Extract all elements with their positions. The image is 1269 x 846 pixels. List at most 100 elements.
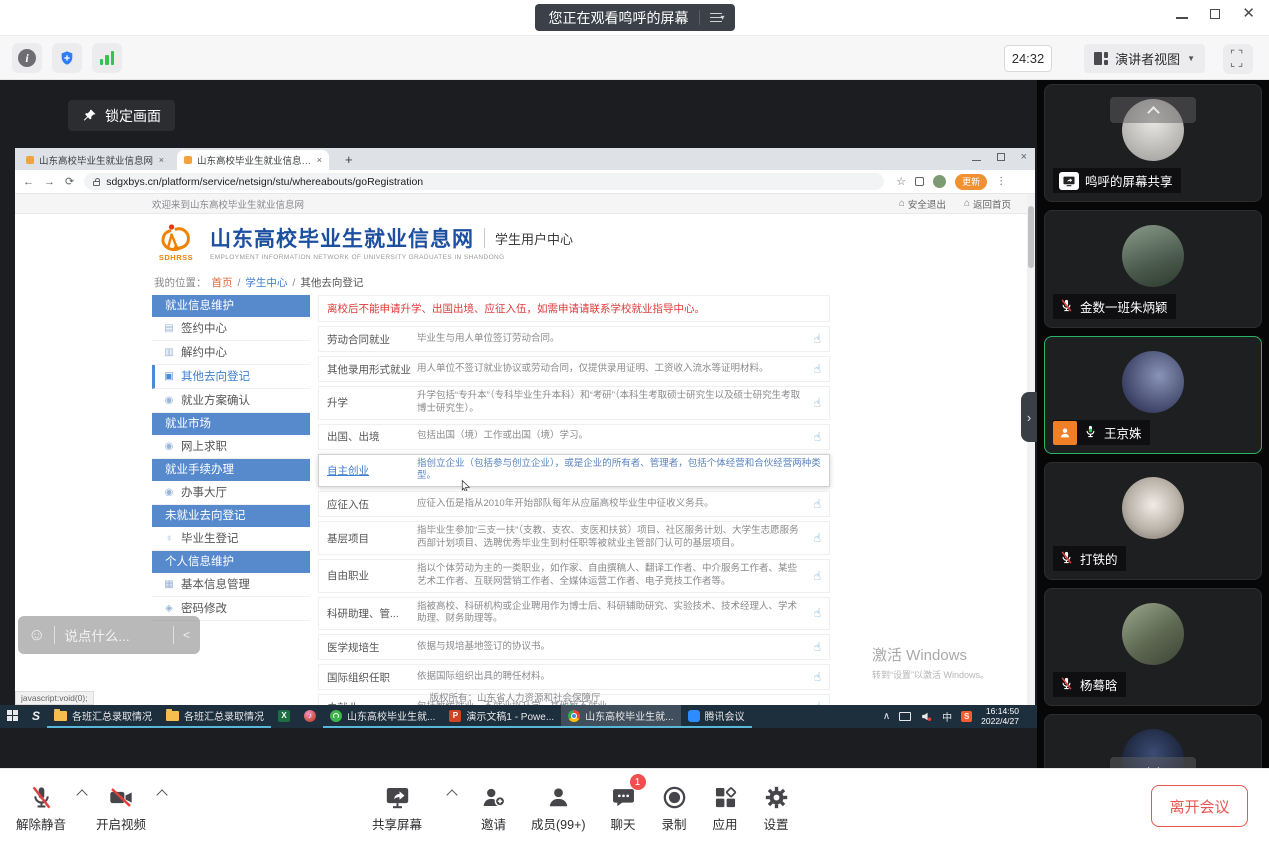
sidebar-item-签约中心[interactable]: ▤ 签约中心 [152,317,310,341]
whereabouts-row-劳动合同就业[interactable]: 劳动合同就业 毕业生与用人单位签订劳动合同。 ☝ [318,326,830,352]
apply-hand-icon[interactable]: ☝ [814,531,821,545]
participant-tile[interactable] [1044,714,1262,768]
apply-hand-icon[interactable]: ☝ [814,497,821,511]
lock-screen-button[interactable]: 锁定画面 [68,100,175,131]
whereabouts-row-其他录用形式就业[interactable]: 其他录用形式就业 用人单位不签订就业协议或劳动合同，仅提供录用证明、工资收入流水等… [318,356,830,382]
sidebar-item-办事大厅[interactable]: ◉ 办事大厅 [152,481,310,505]
meeting-info-button[interactable]: i [12,43,42,73]
toolbar-start-video-button[interactable]: 开启视频 [96,781,146,833]
apply-hand-icon[interactable]: ☝ [814,332,821,346]
sidebar-item-其他去向登记[interactable]: ▣ 其他去向登记 [152,365,310,389]
toolbar-share-screen-button[interactable]: 共享屏幕 [372,781,422,833]
taskbar-app-各班汇总录取情况[interactable]: 各班汇总录取情况 [159,705,272,728]
chat-input-placeholder[interactable]: 说点什么... [64,625,164,645]
row-label[interactable]: 自主创业 [327,463,417,478]
toolbar-unmute-button[interactable]: 解除静音 [16,781,66,833]
search-app-button[interactable]: S [25,705,47,728]
chevron-up-icon[interactable] [156,789,168,801]
taskbar-app-excel-icon[interactable]: X [271,705,297,728]
home-link[interactable]: ⌂ 返回首页 [964,197,1011,211]
apply-hand-icon[interactable]: ☝ [814,430,821,444]
whereabouts-row-自主创业[interactable]: 自主创业 指创立企业（包括参与创立企业），或是企业的所有者、管理者，包括个体经营和… [318,453,830,493]
taskbar-app-山东高校毕业生就...[interactable]: 山东高校毕业生就... [561,705,681,728]
tray-display-icon[interactable] [899,712,912,721]
sidebar-item-基本信息管理[interactable]: ▦ 基本信息管理 [152,573,310,597]
whereabouts-row-科研助理、管...[interactable]: 科研助理、管... 指被高校、科研机构或企业聘用作为博士后、科研辅助研究、实验技术… [318,596,830,631]
extensions-icon[interactable] [915,177,925,186]
new-tab-button[interactable]: + [345,152,353,167]
apply-hand-icon[interactable]: ☝ [814,606,821,620]
leave-meeting-button[interactable]: 离开会议 [1151,785,1248,827]
toolbar-apps-button[interactable]: 应用 [712,781,739,833]
tab-close-icon[interactable]: × [317,155,322,165]
minimize-button[interactable] [1176,16,1189,19]
tray-ime-indicator[interactable]: 中 [942,709,952,724]
tray-expand-icon[interactable]: ∧ [883,711,890,722]
apply-hand-icon[interactable]: ☝ [814,396,821,410]
apply-hand-icon[interactable]: ☝ [814,569,821,583]
browser-maximize-button[interactable] [996,153,1005,161]
whereabouts-row-医学规培生[interactable]: 医学规培生 依据与规培基地签订的协议书。 ☝ [318,634,830,661]
whereabouts-row-基层项目[interactable]: 基层项目 指毕业生参加“三支一扶”（支教、支农、支医和扶贫）项目、社区服务计划、大… [318,521,830,555]
participant-tile-王京姝[interactable]: 王京姝 [1044,336,1262,454]
breadcrumb-home[interactable]: 首页 [212,275,233,290]
browser-tab-active[interactable]: 山东高校毕业生就业信息网-学… × [177,150,329,170]
toolbar-record-button[interactable]: 录制 [661,781,688,833]
browser-menu-icon[interactable]: ⋮ [996,176,1006,187]
breadcrumb-student-center[interactable]: 学生中心 [245,275,287,290]
toolbar-chat-button[interactable]: 1 聊天 [610,774,646,833]
browser-profile-avatar[interactable] [933,175,947,188]
scroll-down-button[interactable] [1110,757,1196,768]
browser-close-button[interactable]: × [1021,151,1027,163]
banner-menu-button[interactable]: ▾ [709,12,725,23]
collapse-icon[interactable]: < [183,628,190,642]
apply-hand-icon[interactable]: ☝ [814,670,821,684]
refresh-icon[interactable]: ⟳ [65,175,74,188]
whereabouts-row-升学[interactable]: 升学 升学包括“专升本”（专科毕业生升本科）和“考研”（本科生考取硕士研究生以及硕… [318,386,830,420]
whereabouts-row-自由职业[interactable]: 自由职业 指以个体劳动为主的一类职业，如作家、自由撰稿人、翻译工作者、中介服务工作… [318,558,830,593]
whereabouts-row-国际组织任职[interactable]: 国际组织任职 依据国际组织出具的聘任材料。 ☝ [318,664,830,691]
taskbar-app-山东高校毕业生就...[interactable]: 山东高校毕业生就... [323,705,443,728]
participant-tile-杨蓦晗[interactable]: 杨蓦晗 [1044,588,1262,706]
sogou-input-icon[interactable]: S [961,711,973,722]
start-button[interactable] [0,705,25,728]
view-mode-button[interactable]: 演讲者视图 ▼ [1084,44,1205,73]
toolbar-invite-button[interactable]: 邀请 [480,781,507,833]
toolbar-settings-button[interactable]: 设置 [763,781,790,833]
taskbar-app-腾讯会议[interactable]: 腾讯会议 [680,705,752,728]
tab-close-icon[interactable]: × [159,155,164,165]
close-button[interactable]: ✕ [1242,6,1255,21]
taskbar-app-演示文稿1 - Powe...[interactable]: P 演示文稿1 - Powe... [442,705,562,728]
sidebar-item-毕业生登记[interactable]: ♁ 毕业生登记 [152,527,310,551]
back-icon[interactable]: ← [23,176,34,188]
maximize-button[interactable] [1210,8,1221,19]
apply-hand-icon[interactable]: ☝ [814,640,821,654]
browser-scrollbar[interactable] [1027,194,1035,705]
chat-quick-input[interactable]: ☺ 说点什么... < [18,616,200,654]
network-status-button[interactable] [92,43,122,73]
participant-tile-鸣呼的屏幕共享[interactable]: 鸣呼的屏幕共享 [1044,84,1262,202]
apply-hand-icon[interactable]: ☝ [814,362,821,376]
chevron-up-icon[interactable] [76,789,88,801]
participant-tile-打铁的[interactable]: 打铁的 [1044,462,1262,580]
emoji-icon[interactable]: ☺ [28,625,45,645]
whereabouts-row-出国、出境[interactable]: 出国、出境 包括出国（境）工作或出国（境）学习。 ☝ [318,423,830,450]
security-button[interactable] [52,43,82,73]
sidebar-item-就业方案确认[interactable]: ◉ 就业方案确认 [152,389,310,413]
participant-tile-金数一班朱炳颖[interactable]: 金数一班朱炳颖 [1044,210,1262,328]
browser-tab[interactable]: 山东高校毕业生就业信息网 × [19,150,171,170]
forward-icon[interactable]: → [44,176,55,188]
browser-minimize-button[interactable] [971,159,981,162]
taskbar-app-各班汇总录取情况[interactable]: 各班汇总录取情况 [47,705,160,728]
url-input[interactable]: sdgxbys.cn/platform/service/netsign/stu/… [84,173,885,190]
scroll-up-button[interactable] [1110,97,1196,123]
toolbar-members-button[interactable]: 成员(99+) [531,781,586,833]
fullscreen-button[interactable]: ⌜ ⌝ ⌞ ⌟ [1223,44,1253,74]
taskbar-app-music-icon[interactable]: ♪ [297,705,323,728]
chevron-up-icon[interactable] [446,789,458,801]
tray-volume-muted-icon[interactable] [920,710,933,723]
whereabouts-row-应征入伍[interactable]: 应征入伍 应征入伍是指从2010年开始部队每年从应届高校毕业生中征收义务兵。 ☝ [318,491,830,518]
tray-clock[interactable]: 16:14:50 2022/4/27 [981,706,1019,727]
sidebar-expand-handle[interactable]: › [1021,392,1037,442]
bookmark-star-icon[interactable]: ☆ [896,175,906,188]
